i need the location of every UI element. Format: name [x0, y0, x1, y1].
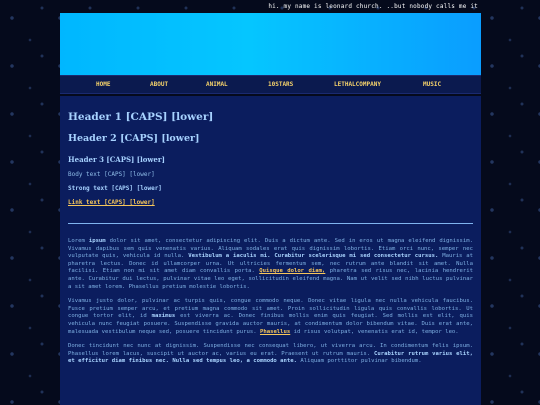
divider [68, 223, 473, 224]
nav-music[interactable]: MUSIC [423, 81, 441, 88]
p3-text-c: Aliquam porttitor pulvinar bibendum. [297, 358, 422, 365]
heading-2: Header 2 [CAPS] [lower] [68, 133, 200, 144]
p1-text-a: Lorem [68, 238, 85, 244]
site-tagline: hi. my name is leonard church. ..but nob… [268, 3, 478, 10]
heading-3: Header 3 [CAPS] [lower] [68, 155, 165, 164]
strong-text-sample: Strong text [CAPS] [lower] [68, 185, 162, 192]
link-text-sample[interactable]: Link text [CAPS] [lower] [68, 199, 155, 206]
paragraph-1: Lorem ipsum dolor sit amet, consectetur … [68, 238, 473, 291]
header-banner [60, 13, 481, 75]
nav-bar: HOME ABOUT ANIMAL 10STARS LETHALCOMPANY … [60, 75, 481, 94]
nav-home[interactable]: HOME [96, 81, 110, 88]
paragraph-3: Donec tincidunt nec nunc at dignissim. S… [68, 343, 473, 366]
p1-bold-sentence: Vestibulum a iaculis mi. Curabitur scele… [188, 253, 439, 260]
p2-bold-maximus: maximus [151, 313, 176, 320]
p2-link-phasellus[interactable]: Phasellus [260, 329, 290, 335]
p2-text-e: id risus volutpat, venenatis erat id, te… [290, 328, 459, 335]
paragraph-2: Vivamus justo dolor, pulvinar ac turpis … [68, 298, 473, 336]
nav-about[interactable]: ABOUT [150, 81, 168, 88]
nav-10stars[interactable]: 10STARS [268, 81, 293, 88]
p1-bold-ipsum: ipsum [88, 238, 106, 244]
p1-link-quisque[interactable]: Quisque dolor diam, [259, 268, 325, 274]
body-text-sample: Body text [CAPS] [lower] [68, 171, 155, 178]
nav-animal[interactable]: ANIMAL [206, 81, 228, 88]
nav-lethalcompany[interactable]: LETHALCOMPANY [334, 81, 381, 88]
main-content: Header 1 [CAPS] [lower] Header 2 [CAPS] … [60, 96, 481, 405]
heading-1: Header 1 [CAPS] [lower] [68, 111, 214, 123]
